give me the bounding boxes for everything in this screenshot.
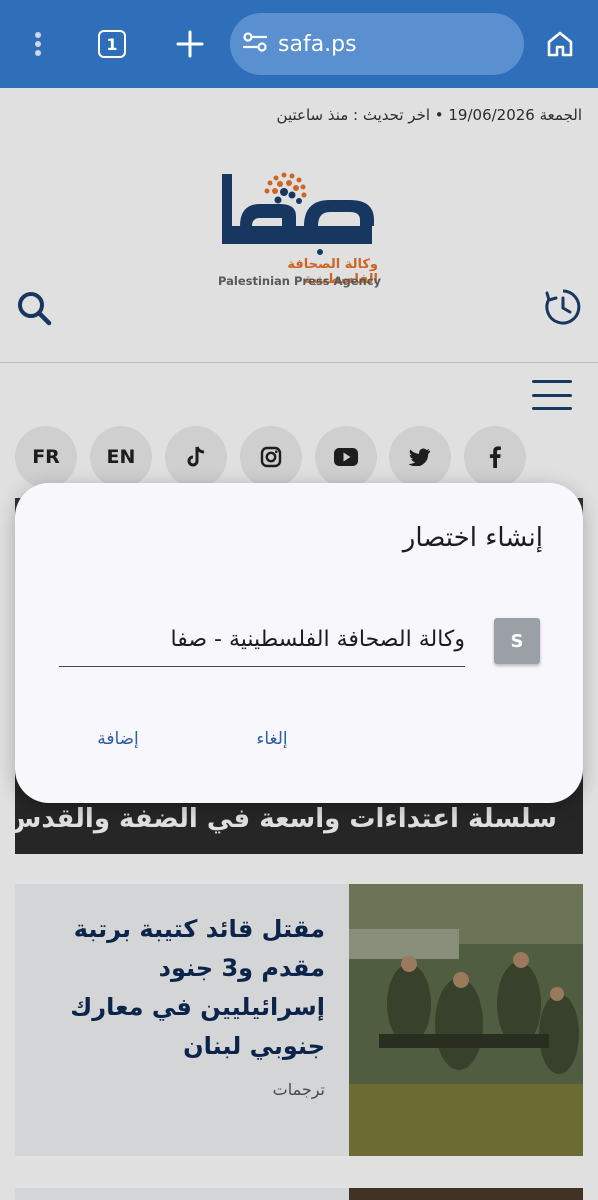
url-text: safa.ps: [278, 31, 357, 57]
shortcut-name-field[interactable]: [59, 613, 465, 667]
dialog-title: إنشاء اختصار: [402, 523, 543, 553]
shortcut-name-input[interactable]: [59, 613, 465, 666]
cancel-button[interactable]: إلغاء: [227, 715, 317, 763]
browser-toolbar: 1 safa.ps: [0, 0, 598, 88]
new-tab-icon[interactable]: [164, 18, 216, 70]
home-icon[interactable]: [534, 18, 586, 70]
more-menu-icon[interactable]: [12, 18, 64, 70]
tab-switcher-button[interactable]: 1: [86, 18, 138, 70]
site-settings-icon[interactable]: [242, 30, 268, 58]
create-shortcut-dialog: إنشاء اختصار S إلغاء إضافة: [15, 483, 583, 803]
url-bar[interactable]: safa.ps: [230, 13, 524, 75]
add-button[interactable]: إضافة: [73, 715, 163, 763]
site-favicon: S: [494, 618, 540, 664]
tab-count: 1: [98, 30, 126, 58]
